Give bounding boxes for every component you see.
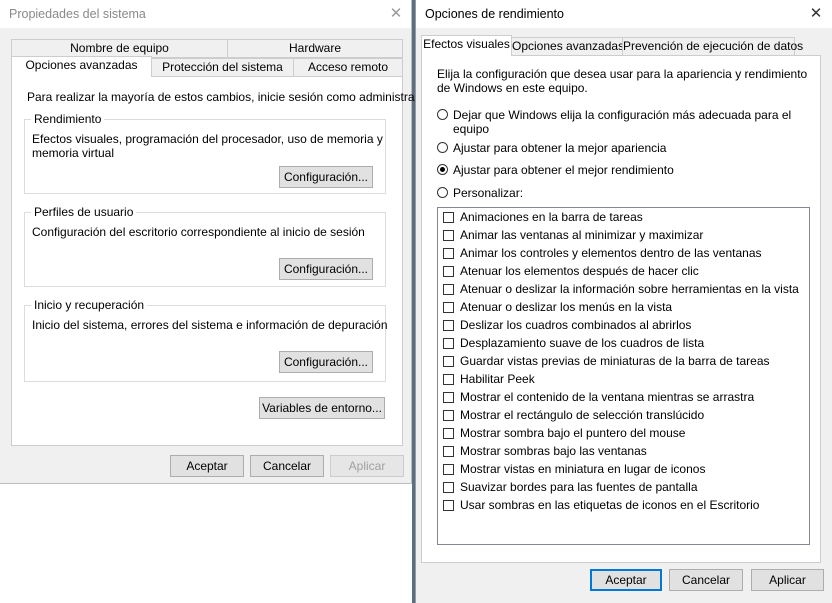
admin-note: Para realizar la mayoría de estos cambio… (27, 90, 435, 104)
title-bar[interactable]: Opciones de rendimiento ✕ (416, 0, 832, 28)
tab-panel (421, 55, 821, 563)
window-title: Opciones de rendimiento (425, 7, 564, 21)
system-properties-window: Propiedades del sistema ✕ Nombre de equi… (0, 0, 435, 484)
tab-prevencion-de-ejecucion[interactable]: Prevención de ejecución de datos (622, 37, 803, 56)
tab-opciones-avanzadas[interactable]: Opciones avanzadas (11, 56, 152, 77)
group-legend: Rendimiento (31, 112, 105, 127)
tab-proteccion-del-sistema[interactable]: Protección del sistema (151, 58, 294, 77)
title-bar[interactable]: Propiedades del sistema ✕ (0, 0, 411, 28)
inicio-desc: Inicio del sistema, errores del sistema … (32, 318, 388, 332)
rendimiento-desc-line2: memoria virtual (32, 146, 115, 160)
close-icon[interactable]: ✕ (806, 4, 826, 24)
ok-button[interactable]: Aceptar (170, 455, 244, 477)
tab-opciones-avanzadas[interactable]: Opciones avanzadas (511, 37, 624, 56)
rendimiento-configuracion-button[interactable]: Configuración... (279, 166, 373, 188)
group-legend: Perfiles de usuario (31, 205, 137, 220)
group-legend: Inicio y recuperación (31, 298, 148, 313)
close-icon[interactable]: ✕ (386, 4, 406, 24)
window-title: Propiedades del sistema (9, 7, 146, 21)
perfiles-configuracion-button[interactable]: Configuración... (279, 258, 373, 280)
inicio-configuracion-button[interactable]: Configuración... (279, 351, 373, 373)
cancel-button[interactable]: Cancelar (250, 455, 324, 477)
tab-hardware[interactable]: Hardware (227, 39, 403, 58)
perfiles-desc: Configuración del escritorio correspondi… (32, 225, 365, 239)
tab-efectos-visuales[interactable]: Efectos visuales (421, 35, 512, 56)
rendimiento-desc-line1: Efectos visuales, programación del proce… (32, 132, 383, 146)
apply-button[interactable]: Aplicar (330, 455, 404, 477)
tab-acceso-remoto[interactable]: Acceso remoto (293, 58, 403, 77)
variables-de-entorno-button[interactable]: Variables de entorno... (259, 397, 385, 419)
